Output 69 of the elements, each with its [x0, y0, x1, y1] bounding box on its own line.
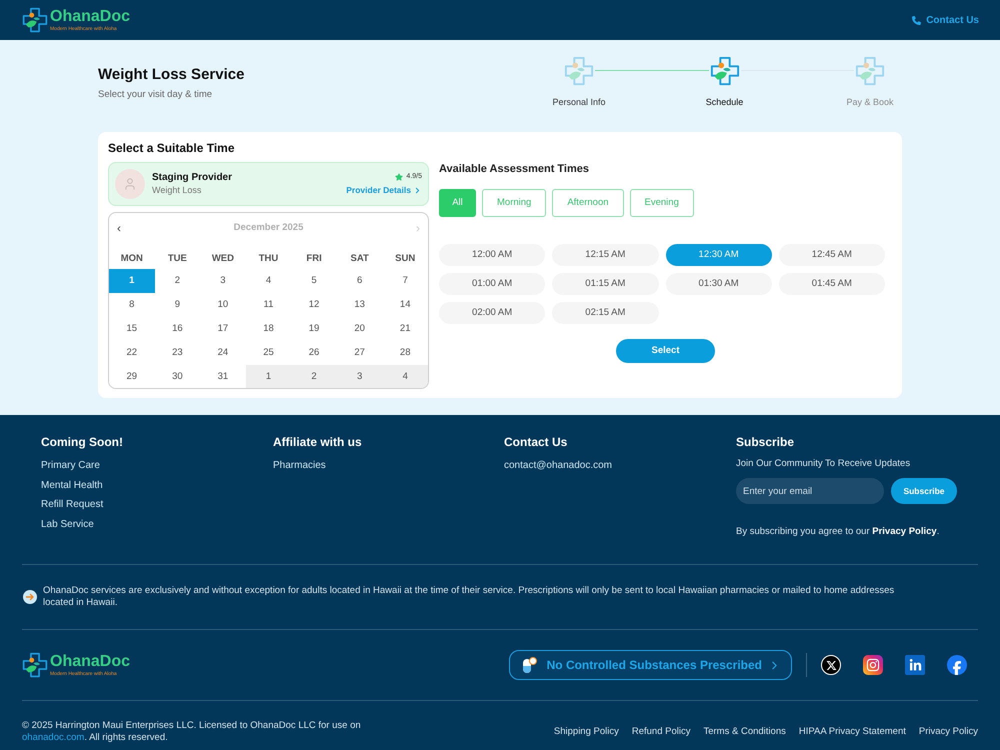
time-slot[interactable]: 02:15 AM	[552, 302, 658, 324]
weekday-label: SAT	[349, 252, 370, 266]
times-heading: Available Assessment Times	[439, 162, 590, 176]
footer-heading: Subscribe	[736, 434, 796, 450]
provider-name: Staging Provider	[152, 171, 234, 184]
time-slot[interactable]: 12:00 AM	[439, 244, 546, 266]
logo-text[interactable]: OhanaDoc	[50, 653, 130, 671]
capsule-icon	[520, 656, 537, 674]
footer-link[interactable]: Primary Care	[41, 456, 100, 476]
calendar-day[interactable]: 2	[291, 365, 337, 388]
section-title: Select a Suitable Time	[108, 141, 236, 155]
provider-specialty: Weight Loss	[152, 184, 202, 197]
arrow-right-icon	[23, 590, 37, 604]
footer-link[interactable]: Lab Service	[41, 515, 94, 535]
calendar-month: December 2025	[234, 220, 304, 235]
weekday-label: SUN	[394, 252, 416, 266]
website-link[interactable]: ohanadoc.com	[22, 732, 84, 743]
step-label: Schedule	[706, 96, 744, 108]
step-label: Pay & Book	[846, 96, 894, 108]
chevron-right-icon	[413, 186, 422, 195]
page-subtitle: Select your visit day & time	[98, 89, 214, 101]
facebook-icon[interactable]	[947, 655, 967, 675]
time-slot[interactable]: 01:45 AM	[778, 273, 885, 295]
weekday-label: FRI	[305, 252, 323, 266]
linkedin-icon[interactable]	[905, 655, 925, 675]
footer-link[interactable]: Mental Health	[41, 476, 103, 496]
contact-us-link[interactable]: Contact Us	[912, 12, 979, 28]
logo-text[interactable]: OhanaDoc	[50, 8, 130, 26]
calendar-day[interactable]: 3	[336, 365, 382, 388]
legal-link[interactable]: Shipping Policy	[554, 726, 619, 738]
calendar-day[interactable]: 4	[382, 365, 428, 388]
weekday-label: MON	[120, 252, 144, 266]
footer-heading: Coming Soon!	[41, 434, 124, 450]
time-slot[interactable]: 12:15 AM	[552, 244, 658, 266]
time-slot[interactable]: 01:00 AM	[439, 273, 546, 295]
privacy-policy-link[interactable]: Privacy Policy	[872, 526, 937, 537]
x-logo-icon[interactable]	[821, 655, 841, 675]
no-controlled-substances-badge[interactable]: No Controlled Substances Prescribed	[508, 650, 792, 680]
disclaimer-text: OhanaDoc services are exclusively and without exception for adults located in Hawaii at the time of their service. Prescriptions will only be sent to local Hawaiian pharmacies or mailed to home addresses located in Hawaii.	[43, 585, 896, 609]
weekday-label: WED	[210, 252, 235, 266]
previous-month-button[interactable]: ‹	[117, 221, 121, 235]
star-icon	[395, 172, 404, 180]
time-slot[interactable]: 01:15 AM	[552, 273, 658, 295]
weekday-label: TUE	[166, 252, 188, 266]
legal-link[interactable]: HIPAA Privacy Statement	[798, 726, 906, 738]
phone-icon	[912, 16, 922, 24]
page-title: Weight Loss Service	[98, 66, 244, 84]
footer-link[interactable]: contact@ohanadoc.com	[504, 456, 612, 476]
legal-link[interactable]: Terms & Conditions	[703, 726, 786, 738]
calendar-day[interactable]: 1	[246, 365, 292, 388]
footer-link[interactable]: Refill Request	[41, 495, 104, 516]
time-slot[interactable]: 12:45 AM	[778, 244, 885, 266]
legal-link[interactable]: Refund Policy	[632, 726, 690, 738]
consent-text: By subscribing you agree to our Privacy Policy.	[736, 526, 940, 538]
step-label: Personal Info	[552, 96, 606, 108]
footer-heading: Affiliate with us	[273, 434, 363, 450]
legal-link[interactable]: Privacy Policy	[918, 726, 978, 738]
weekday-label: THU	[258, 252, 280, 266]
email-field[interactable]: Enter your email	[736, 478, 884, 504]
time-slot[interactable]: 02:00 AM	[439, 302, 546, 324]
footer-heading: Contact Us	[504, 434, 568, 450]
footer-link[interactable]: Pharmacies	[273, 456, 326, 476]
logo-icon[interactable]	[22, 7, 48, 33]
subscribe-text: Join Our Community To Receive Updates	[736, 458, 912, 470]
logo-icon[interactable]	[22, 652, 48, 678]
time-slot[interactable]: 01:30 AM	[666, 273, 772, 295]
avatar-icon	[115, 169, 145, 199]
instagram-icon[interactable]	[863, 655, 883, 675]
copyright-text: © 2025 Harrington Maui Enterprises LLC. Licensed to OhanaDoc LLC for use on ohanadoc.com. All rights reserved.	[22, 720, 362, 744]
